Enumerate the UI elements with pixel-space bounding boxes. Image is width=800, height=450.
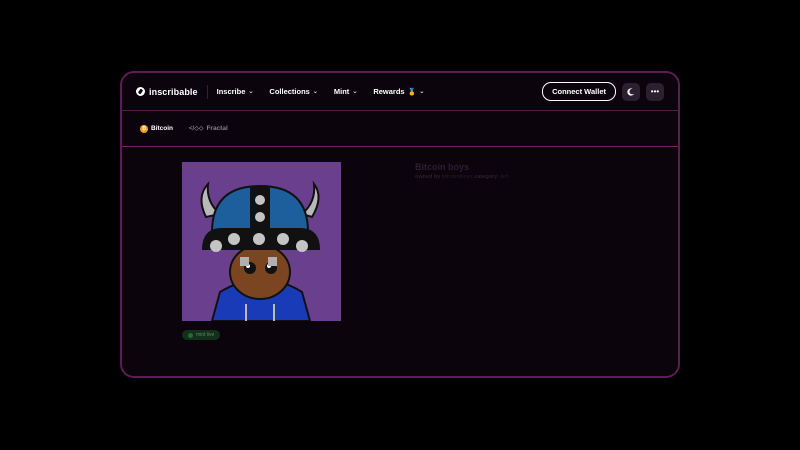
nav-collections-label: Collections [269,87,310,96]
fractal-icon: </◇◇ [189,126,204,132]
logo-icon [136,87,145,96]
viking-character-image [182,162,341,321]
created-by-label: owned by [415,174,441,180]
bitcoin-icon: ₿ [140,124,148,133]
nav-mint-label: Mint [333,87,350,96]
chain-tab-label: Bitcoin [151,125,174,132]
nav-divider [206,84,208,99]
nft-artwork [182,162,341,321]
collection-title: Bitcoin boys [415,162,470,172]
chain-selector: ₿ Bitcoin </◇◇ Fractal [122,111,678,147]
collection-meta: owned by bitcoinboys category: Art [415,174,508,180]
nav-inscribe[interactable]: Inscribe ⌄ [217,87,254,96]
nav-inscribe-label: Inscribe [216,87,246,96]
chevron-down-icon: ⌄ [312,89,318,95]
medal-icon: 🏅 [407,88,417,96]
nav-rewards-label: Rewards [373,87,405,96]
more-icon: ••• [650,87,660,96]
nav-mint[interactable]: Mint ⌄ [334,87,357,96]
nav-collections[interactable]: Collections ⌄ [269,87,317,96]
theme-toggle-button[interactable] [622,82,640,101]
chevron-down-icon: ⌄ [352,89,358,95]
chevron-down-icon: ⌄ [419,89,425,95]
more-menu-button[interactable]: ••• [646,82,664,101]
status-dot-icon [188,332,193,338]
chain-tab-label: Fractal [206,125,228,132]
chain-tab-bitcoin[interactable]: ₿ Bitcoin [140,124,174,133]
category-value: Art [500,174,509,180]
moon-icon [627,87,635,96]
main-nav: Inscribe ⌄ Collections ⌄ Mint ⌄ Rewards … [217,87,425,96]
category-label: category: [474,174,500,180]
connect-wallet-button[interactable]: Connect Wallet [542,82,616,101]
creator-link[interactable]: bitcoinboys [442,174,473,180]
collection-details: Bitcoin boys owned by bitcoinboys catego… [415,162,508,180]
top-navbar: inscribable Inscribe ⌄ Collections ⌄ Min… [122,73,678,111]
logo-text: inscribable [149,86,198,97]
mint-status-label: mint live [196,332,215,338]
mint-status-badge: mint live [182,330,221,340]
chevron-down-icon: ⌄ [248,89,254,95]
nav-rewards[interactable]: Rewards 🏅 ⌄ [373,87,424,96]
chain-tab-fractal[interactable]: </◇◇ Fractal [189,125,228,132]
header-actions: Connect Wallet ••• [542,82,664,101]
logo[interactable]: inscribable [136,87,198,97]
app-window: inscribable Inscribe ⌄ Collections ⌄ Min… [120,71,680,378]
